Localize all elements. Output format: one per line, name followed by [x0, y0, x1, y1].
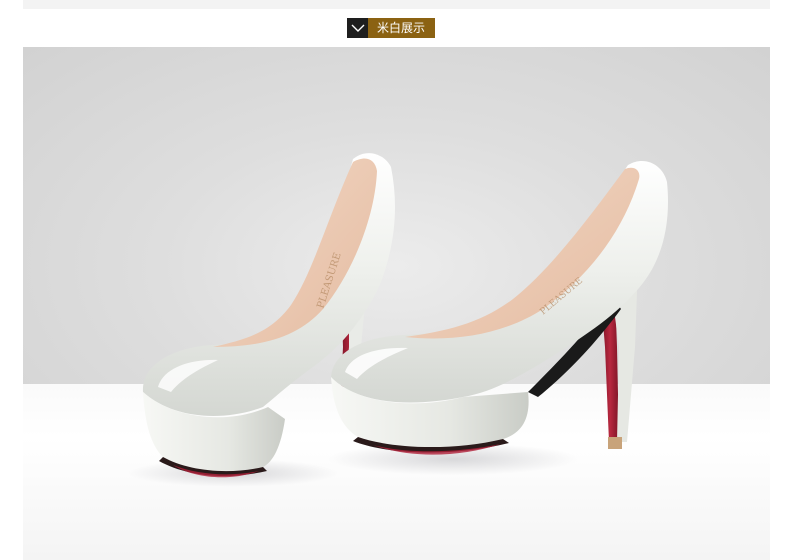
section-title-tag: 米白展示 [347, 18, 436, 38]
chevron-down-icon [351, 24, 364, 32]
section-title: 米白展示 [368, 18, 436, 38]
previous-section-bottom [23, 0, 770, 9]
product-photo: PLEASURE PLEASURE [23, 47, 770, 560]
product-detail-page: 米白展示 PLEASURE PLEASURE [0, 0, 790, 560]
tag-icon-box [347, 18, 368, 38]
white-platform-pumps-illustration: PLEASURE PLEASURE [128, 153, 668, 487]
